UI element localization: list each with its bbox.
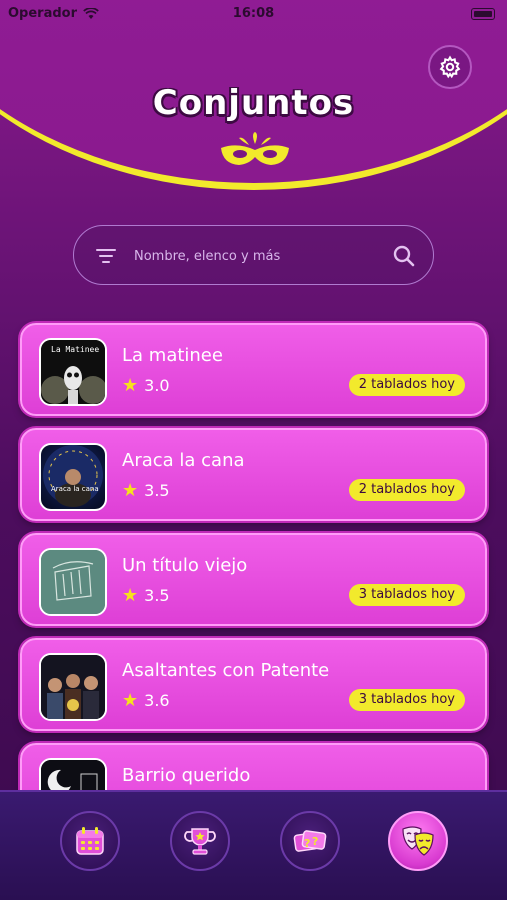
- tab-conjuntos[interactable]: [388, 811, 448, 871]
- status-bar: Operador 16:08: [0, 0, 507, 28]
- group-thumbnail: La Matinee: [39, 338, 107, 406]
- group-rating: ★ 3.5: [122, 481, 170, 500]
- rating-value: 3.5: [144, 481, 170, 500]
- list-item-un-titulo-viejo[interactable]: Un título viejo ★ 3.5 3 tablados hoy: [20, 533, 487, 626]
- star-icon: ★: [122, 479, 139, 501]
- rating-value: 3.0: [144, 376, 170, 395]
- theater-masks-icon: [402, 826, 434, 856]
- star-icon: ★: [122, 689, 139, 711]
- group-thumbnail: [39, 548, 107, 616]
- tab-trivia[interactable]: ? ?: [280, 811, 340, 871]
- group-name: Asaltantes con Patente: [122, 660, 330, 681]
- thumbnail-text: Araca la cana: [51, 485, 99, 493]
- clock: 16:08: [232, 6, 275, 21]
- group-rating: ★ 3.6: [122, 691, 170, 710]
- tab-ranking[interactable]: [170, 811, 230, 871]
- rating-value: 3.6: [144, 691, 170, 710]
- svg-text:?: ?: [312, 835, 318, 848]
- tickets-icon: ? ?: [293, 830, 327, 852]
- star-icon: ★: [122, 374, 139, 396]
- tablados-badge: 2 tablados hoy: [348, 374, 465, 396]
- un-titulo-viejo-artwork: [41, 550, 105, 614]
- group-rating: ★ 3.0: [122, 376, 170, 395]
- araca-artwork: Araca la cana: [43, 445, 103, 507]
- svg-text:?: ?: [304, 837, 310, 850]
- group-thumbnail: Araca la cana: [39, 443, 107, 511]
- group-thumbnail: [39, 653, 107, 721]
- list-item-la-matinee[interactable]: La Matinee La matinee ★ 3.0 2 tablados h…: [20, 323, 487, 416]
- filter-icon[interactable]: [94, 244, 118, 268]
- group-name: La matinee: [122, 345, 223, 366]
- la-matinee-artwork: La Matinee: [41, 340, 105, 404]
- group-rating: ★ 3.5: [122, 586, 170, 605]
- tablados-badge: 2 tablados hoy: [348, 479, 465, 501]
- page-title: Conjuntos: [152, 83, 355, 123]
- search-input[interactable]: [134, 241, 374, 271]
- asaltantes-artwork: [41, 655, 105, 719]
- star-icon: ★: [122, 584, 139, 606]
- list-item-araca-la-cana[interactable]: Araca la cana Araca la cana ★ 3.5 2 tabl…: [20, 428, 487, 521]
- group-name: Barrio querido: [122, 765, 251, 786]
- group-name: Araca la cana: [122, 450, 245, 471]
- gear-icon: [439, 55, 461, 79]
- conjuntos-screen: Operador 16:08 Conjuntos Nombre, elenco …: [0, 0, 507, 900]
- tablados-badge: 3 tablados hoy: [348, 584, 465, 606]
- tab-calendar[interactable]: [60, 811, 120, 871]
- list-item-asaltantes-con-patente[interactable]: Asaltantes con Patente ★ 3.6 3 tablados …: [20, 638, 487, 731]
- search-icon[interactable]: [391, 243, 417, 269]
- battery-icon: [471, 8, 495, 20]
- thumbnail-text: La Matinee: [51, 345, 99, 354]
- rating-value: 3.5: [144, 586, 170, 605]
- tab-bar: ? ?: [0, 790, 507, 900]
- tablados-badge: 3 tablados hoy: [348, 689, 465, 711]
- calendar-icon: [76, 827, 104, 855]
- group-name: Un título viejo: [122, 555, 248, 576]
- search-bar: [73, 225, 434, 285]
- carnival-mask-icon: [221, 132, 289, 165]
- trophy-icon: [184, 828, 216, 855]
